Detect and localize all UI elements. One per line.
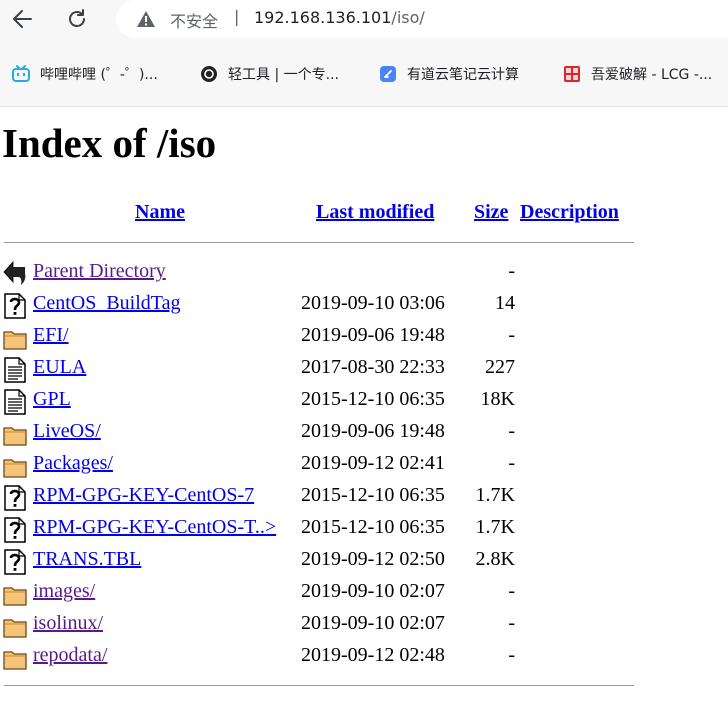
size-cell: - — [508, 260, 515, 282]
size-cell: - — [508, 612, 515, 634]
last-modified-cell: 2017-08-30 22:33 — [301, 356, 445, 378]
table-row: CentOS_BuildTag 2019-09-10 03:06 14 — [0, 289, 728, 319]
page-title: Index of /iso — [2, 120, 217, 166]
bookmark-youdao-note[interactable]: 有道云笔记云计算 — [379, 64, 519, 84]
url-path: /iso/ — [391, 8, 425, 27]
light-tool-icon — [201, 66, 217, 82]
last-modified-cell: 2019-09-06 19:48 — [301, 324, 445, 346]
table-row: EULA 2017-08-30 22:33 227 — [0, 353, 728, 383]
size-cell: 2.8K — [475, 548, 515, 570]
file-link[interactable]: RPM-GPG-KEY-CentOS-T..> — [33, 516, 276, 539]
file-link[interactable]: repodata/ — [33, 644, 107, 667]
size-cell: - — [508, 324, 515, 346]
folder-icon — [3, 645, 27, 671]
column-header-size[interactable]: Size — [474, 201, 508, 224]
file-link[interactable]: LiveOS/ — [33, 420, 101, 443]
size-cell: 18K — [480, 388, 515, 410]
size-cell: 1.7K — [475, 516, 515, 538]
warning-triangle-icon[interactable] — [136, 9, 156, 29]
bookmark-label: 轻工具 | 一个专... — [228, 67, 339, 83]
folder-icon — [3, 421, 27, 447]
file-link[interactable]: RPM-GPG-KEY-CentOS-7 — [33, 484, 254, 507]
last-modified-cell: 2019-09-10 02:07 — [301, 580, 445, 602]
table-row: Parent Directory - — [0, 257, 728, 287]
unknown-file-icon — [3, 293, 27, 319]
size-cell: 14 — [495, 292, 515, 314]
last-modified-cell: 2019-09-12 02:48 — [301, 644, 445, 666]
file-link[interactable]: isolinux/ — [33, 612, 103, 635]
youdao-note-icon — [380, 66, 396, 82]
bookmark-label: 吾爱破解 - LCG -... — [591, 67, 713, 83]
file-link[interactable]: GPL — [33, 388, 71, 411]
file-link[interactable]: TRANS.TBL — [33, 548, 141, 571]
folder-icon — [3, 613, 27, 639]
file-link[interactable]: EULA — [33, 356, 86, 379]
table-row: RPM-GPG-KEY-CentOS-7 2015-12-10 06:35 1.7K — [0, 481, 728, 511]
file-link[interactable]: CentOS_BuildTag — [33, 292, 181, 315]
arrow-left-icon — [13, 10, 32, 28]
address-bar[interactable]: 不安全 | 192.168.136.101/iso/ — [116, 0, 728, 38]
bookmark-bilibili[interactable]: 哔哩哔哩 (゜-゜)... — [12, 64, 158, 84]
reload-button[interactable] — [62, 4, 92, 34]
table-row: Packages/2019-09-12 02:41 - — [0, 449, 728, 479]
size-cell: - — [508, 644, 515, 666]
last-modified-cell: 2019-09-12 02:50 — [301, 548, 445, 570]
security-label[interactable]: 不安全 — [170, 8, 218, 32]
unknown-file-icon — [3, 517, 27, 543]
last-modified-cell: 2015-12-10 06:35 — [301, 484, 445, 506]
table-row: isolinux/2019-09-10 02:07 - — [0, 609, 728, 639]
bookmark-label: 有道云笔记云计算 — [407, 67, 519, 83]
unknown-file-icon — [3, 549, 27, 575]
last-modified-cell: 2015-12-10 06:35 — [301, 516, 445, 538]
table-row: EFI/2019-09-06 19:48 - — [0, 321, 728, 351]
column-header-description[interactable]: Description — [520, 201, 619, 224]
bookmark-label: 哔哩哔哩 (゜-゜)... — [40, 67, 158, 83]
bookmarks-bar: 哔哩哔哩 (゜-゜)... 轻工具 | 一个专... 有道云笔记云计算 吾爱破解… — [0, 38, 728, 107]
size-cell: 1.7K — [475, 484, 515, 506]
file-link[interactable]: Packages/ — [33, 452, 113, 475]
last-modified-cell: 2019-09-10 02:07 — [301, 612, 445, 634]
52pojie-icon — [564, 66, 580, 82]
table-row: TRANS.TBL 2019-09-12 02:50 2.8K — [0, 545, 728, 575]
size-cell: - — [508, 580, 515, 602]
browser-toolbar: 不安全 | 192.168.136.101/iso/ — [0, 0, 728, 38]
table-row: LiveOS/2019-09-06 19:48 - — [0, 417, 728, 447]
url-text[interactable]: 192.168.136.101/iso/ — [254, 8, 425, 27]
bilibili-icon — [12, 65, 30, 82]
folder-icon — [3, 453, 27, 479]
size-cell: 227 — [485, 356, 515, 378]
column-header-last-modified[interactable]: Last modified — [316, 201, 434, 224]
file-link[interactable]: Parent Directory — [33, 260, 166, 283]
url-host: 192.168.136.101 — [254, 8, 392, 27]
table-row: images/2019-09-10 02:07 - — [0, 577, 728, 607]
unknown-file-icon — [3, 485, 27, 511]
bookmark-52pojie[interactable]: 吾爱破解 - LCG -... — [563, 64, 712, 84]
address-separator: | — [234, 7, 240, 26]
text-file-icon — [3, 357, 27, 383]
reload-icon — [69, 9, 85, 27]
table-row: repodata/2019-09-12 02:48 - — [0, 641, 728, 671]
last-modified-cell: 2015-12-10 06:35 — [301, 388, 445, 410]
last-modified-cell: 2019-09-10 03:06 — [301, 292, 445, 314]
size-cell: - — [508, 452, 515, 474]
footer-divider — [4, 685, 634, 686]
column-header-name[interactable]: Name — [135, 201, 185, 224]
size-cell: - — [508, 420, 515, 442]
header-divider — [4, 242, 634, 243]
last-modified-cell: 2019-09-06 19:48 — [301, 420, 445, 442]
folder-icon — [3, 581, 27, 607]
table-row: GPL 2015-12-10 06:35 18K — [0, 385, 728, 415]
back-arrow-icon — [3, 260, 27, 287]
file-link[interactable]: EFI/ — [33, 324, 69, 347]
folder-icon — [3, 325, 27, 351]
file-link[interactable]: images/ — [33, 580, 95, 603]
last-modified-cell: 2019-09-12 02:41 — [301, 452, 445, 474]
back-button[interactable] — [7, 4, 37, 34]
bookmark-light-tool[interactable]: 轻工具 | 一个专... — [200, 64, 339, 84]
table-row: RPM-GPG-KEY-CentOS-T..> 2015-12-10 06:35 1… — [0, 513, 728, 543]
text-file-icon — [3, 389, 27, 415]
